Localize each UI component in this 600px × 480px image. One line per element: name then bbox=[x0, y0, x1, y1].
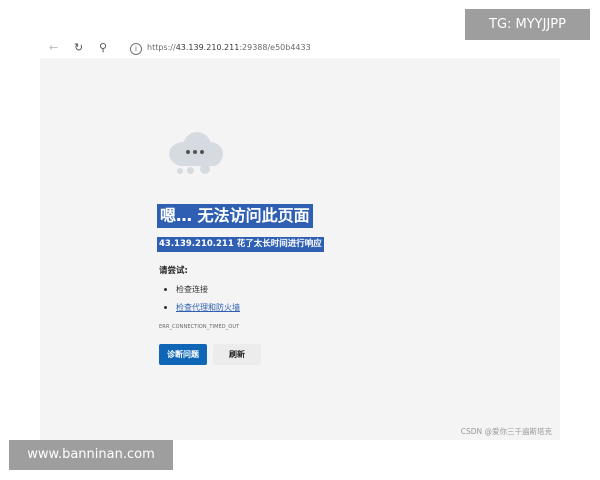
reload-icon[interactable]: ↻ bbox=[74, 41, 83, 55]
url-prefix: https:// bbox=[147, 43, 176, 52]
url-rest: :29388/e50b4433 bbox=[239, 43, 311, 52]
diagnose-button[interactable]: 诊断问题 bbox=[159, 344, 207, 365]
suggestion-check-proxy-firewall[interactable]: 检查代理和防火墙 bbox=[164, 302, 240, 313]
cloud-icon bbox=[165, 130, 225, 174]
search-icon[interactable]: ⚲ bbox=[99, 41, 107, 55]
csdn-watermark: CSDN @爱你三千遍斯塔克 bbox=[460, 427, 552, 436]
error-title: 嗯… 无法访问此页面 bbox=[157, 204, 313, 228]
suggestion-link[interactable]: 检查代理和防火墙 bbox=[176, 303, 240, 312]
refresh-button[interactable]: 刷新 bbox=[213, 344, 261, 365]
suggestion-label: 检查连接 bbox=[176, 285, 208, 294]
browser-screenshot: ← ↻ ⚲ i https://43.139.210.211:29388/e50… bbox=[40, 38, 560, 440]
address-bar[interactable]: https://43.139.210.211:29388/e50b4433 bbox=[147, 42, 311, 54]
error-subtitle: 43.139.210.211 花了太长时间进行响应 bbox=[157, 237, 324, 252]
bullet bbox=[164, 288, 167, 291]
url-host: 43.139.210.211 bbox=[175, 43, 240, 52]
bullet bbox=[164, 306, 167, 309]
info-icon[interactable]: i bbox=[130, 43, 142, 55]
site-watermark: www.banninan.com bbox=[9, 440, 173, 470]
error-code: ERR_CONNECTION_TIMED_OUT bbox=[159, 324, 240, 330]
telegram-watermark: TG: MYYJJPP bbox=[465, 9, 590, 40]
suggestion-check-connection: 检查连接 bbox=[164, 284, 208, 295]
try-label: 请尝试: bbox=[159, 266, 188, 276]
arrow-left-icon[interactable]: ← bbox=[49, 41, 58, 55]
browser-toolbar: ← ↻ ⚲ i https://43.139.210.211:29388/e50… bbox=[40, 38, 560, 58]
